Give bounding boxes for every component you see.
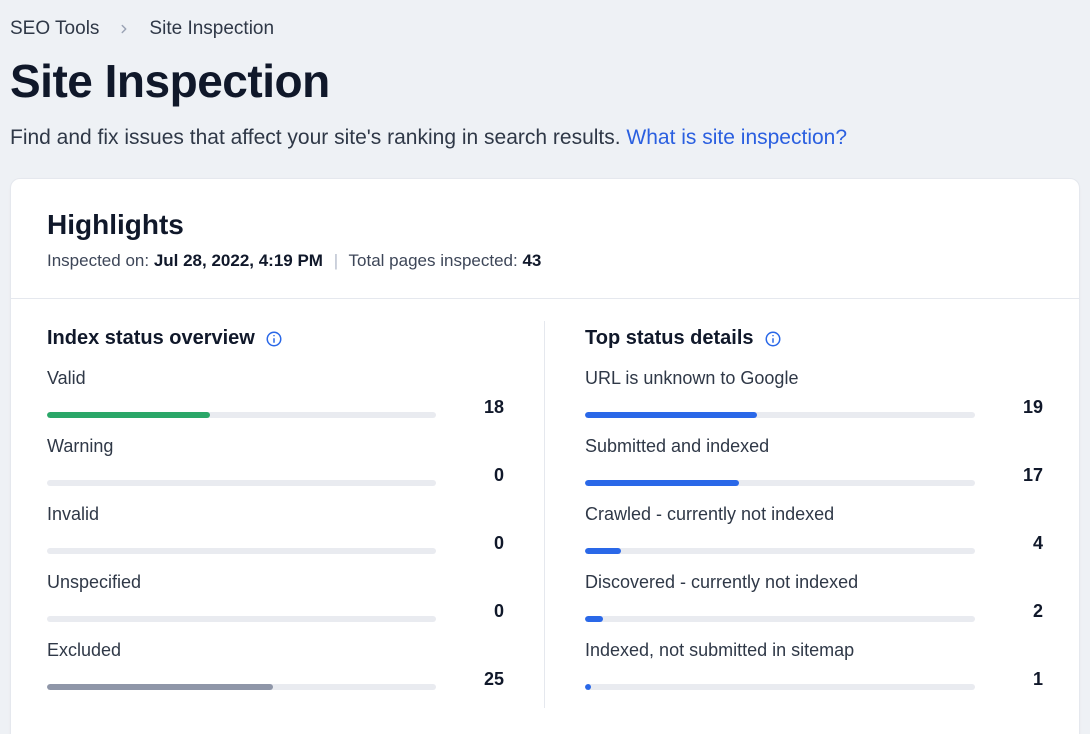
metric-row[interactable]: Discovered - currently not indexed 2: [585, 572, 1043, 622]
index-status-overview-heading: Index status overview: [47, 327, 255, 350]
metric-bar-fill: [585, 548, 621, 554]
metric-label: Warning: [47, 436, 504, 457]
metric-bar-fill: [47, 684, 273, 690]
metric-bar-track: [585, 616, 975, 622]
metric-label: Crawled - currently not indexed: [585, 504, 1043, 525]
total-pages-value: 43: [522, 251, 541, 270]
metric-bar-track: [47, 684, 436, 690]
page-subtitle: Find and fix issues that affect your sit…: [10, 126, 1080, 150]
metric-row[interactable]: Submitted and indexed 17: [585, 436, 1043, 486]
metric-bar-track: [585, 480, 975, 486]
metric-row[interactable]: Indexed, not submitted in sitemap 1: [585, 640, 1043, 690]
meta-divider: |: [334, 251, 338, 270]
metric-value: 25: [454, 669, 504, 690]
card-divider: [11, 298, 1079, 299]
metric-label: Indexed, not submitted in sitemap: [585, 640, 1043, 661]
metric-value: 4: [993, 533, 1043, 554]
metric-bar-track: [585, 412, 975, 418]
metric-label: Valid: [47, 368, 504, 389]
metric-row[interactable]: Warning 0: [47, 436, 504, 486]
what-is-site-inspection-link[interactable]: What is site inspection?: [626, 126, 847, 149]
metric-bar-fill: [585, 412, 757, 418]
metric-label: Discovered - currently not indexed: [585, 572, 1043, 593]
top-status-details-column: Top status details URL is unknown to Goo…: [545, 321, 1043, 708]
metric-row[interactable]: Unspecified 0: [47, 572, 504, 622]
metric-value: 0: [454, 601, 504, 622]
highlights-card: Highlights Inspected on: Jul 28, 2022, 4…: [10, 178, 1080, 734]
metric-row[interactable]: Valid 18: [47, 368, 504, 418]
metric-label: Unspecified: [47, 572, 504, 593]
metric-row[interactable]: Crawled - currently not indexed 4: [585, 504, 1043, 554]
info-icon[interactable]: [764, 330, 782, 348]
metric-value: 17: [993, 465, 1043, 486]
total-pages-label: Total pages inspected:: [349, 251, 523, 270]
chevron-right-icon: [117, 22, 131, 36]
metric-bar-fill: [47, 412, 210, 418]
breadcrumb-root-link[interactable]: SEO Tools: [10, 18, 99, 40]
metric-bar-fill: [585, 616, 603, 622]
index-status-overview-column: Index status overview Valid18Warning0Inv…: [47, 321, 545, 708]
metric-bar-track: [47, 616, 436, 622]
highlights-columns: Index status overview Valid18Warning0Inv…: [47, 321, 1043, 708]
page-title: Site Inspection: [10, 54, 1080, 108]
metric-value: 1: [993, 669, 1043, 690]
metric-value: 18: [454, 397, 504, 418]
metric-value: 0: [454, 533, 504, 554]
metric-bar-fill: [585, 480, 739, 486]
breadcrumb: SEO Tools Site Inspection: [10, 18, 1080, 40]
metric-label: Excluded: [47, 640, 504, 661]
breadcrumb-current: Site Inspection: [149, 18, 274, 40]
top-status-details-heading: Top status details: [585, 327, 754, 350]
metric-value: 0: [454, 465, 504, 486]
metric-label: Submitted and indexed: [585, 436, 1043, 457]
metric-label: Invalid: [47, 504, 504, 525]
metric-row[interactable]: Invalid 0: [47, 504, 504, 554]
metric-bar-track: [585, 684, 975, 690]
metric-bar-fill: [585, 684, 591, 690]
metric-value: 2: [993, 601, 1043, 622]
metric-bar-track: [47, 480, 436, 486]
metric-bar-track: [47, 412, 436, 418]
inspected-on-label: Inspected on:: [47, 251, 154, 270]
page-subtitle-text: Find and fix issues that affect your sit…: [10, 126, 626, 149]
highlights-heading: Highlights: [47, 209, 1043, 241]
metric-row[interactable]: Excluded 25: [47, 640, 504, 690]
metric-label: URL is unknown to Google: [585, 368, 1043, 389]
metric-value: 19: [993, 397, 1043, 418]
metric-bar-track: [47, 548, 436, 554]
info-icon[interactable]: [265, 330, 283, 348]
highlights-meta: Inspected on: Jul 28, 2022, 4:19 PM | To…: [47, 251, 1043, 271]
metric-bar-track: [585, 548, 975, 554]
inspected-on-value: Jul 28, 2022, 4:19 PM: [154, 251, 323, 270]
metric-row[interactable]: URL is unknown to Google 19: [585, 368, 1043, 418]
